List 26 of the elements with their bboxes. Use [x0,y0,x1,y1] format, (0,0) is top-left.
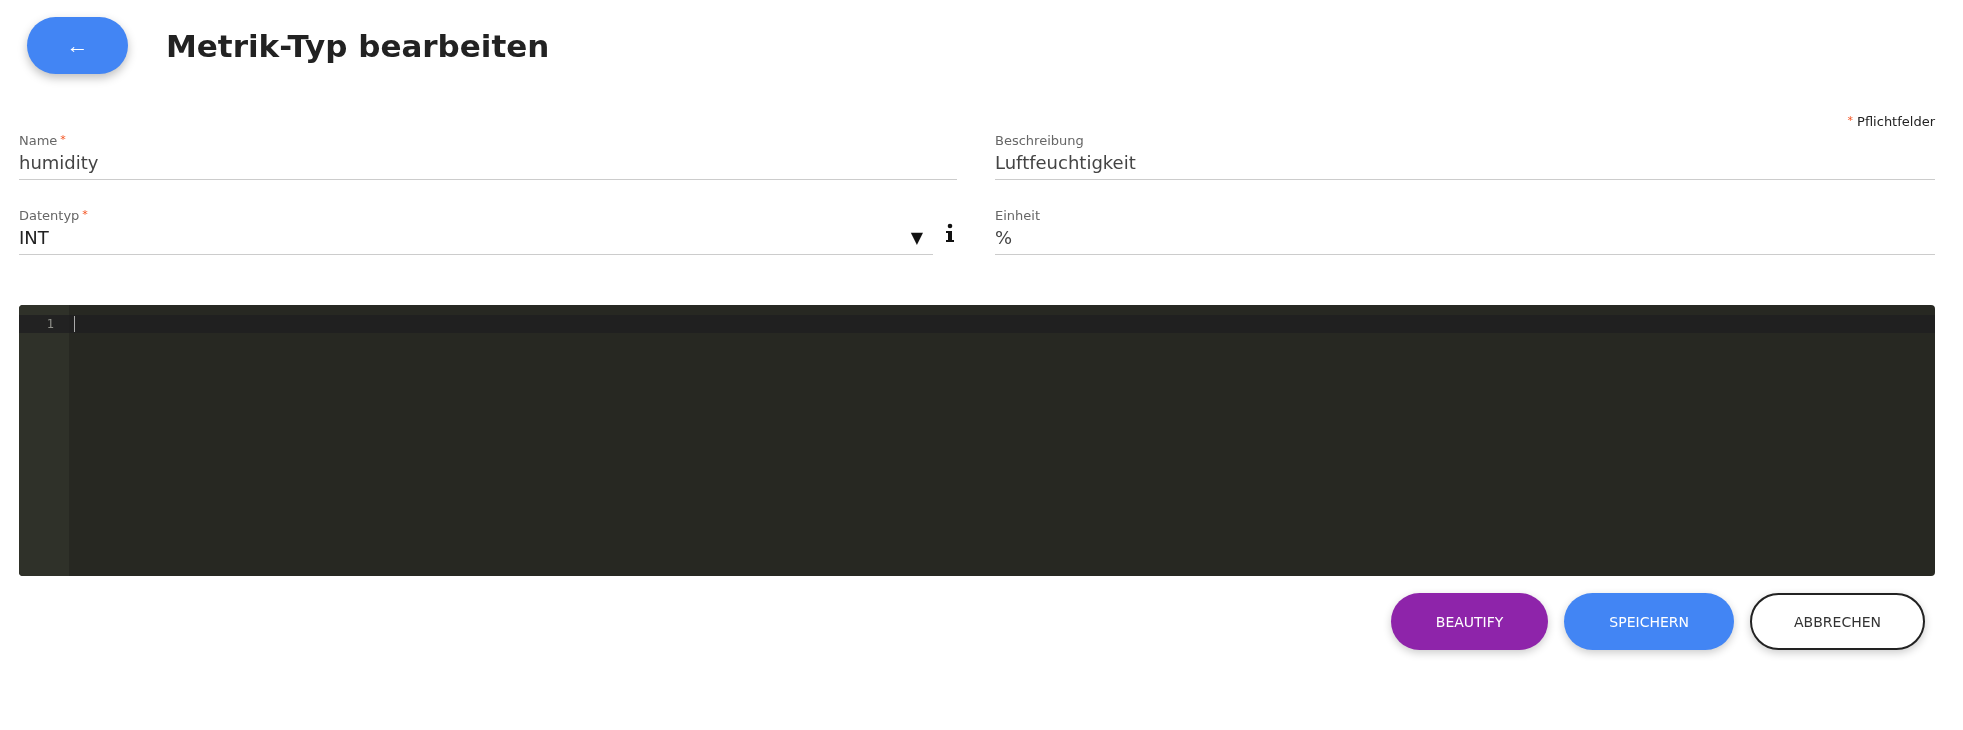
input-field[interactable]: Einheit % [995,208,1935,255]
field-value: Luftfeuchtigkeit [995,152,1136,173]
select-field[interactable]: Datentyp * INT ▼ [19,208,933,255]
text-cursor [74,316,75,332]
required-mark: * [60,133,66,146]
back-button[interactable]: ← [27,17,128,74]
field-value: % [995,227,1013,248]
input-field[interactable]: Beschreibung Luftfeuchtigkeit [995,133,1935,180]
field-value: humidity [19,152,99,173]
beautify-button[interactable]: BEAUTIFY [1390,593,1549,650]
field-label: Name [19,133,58,148]
dropdown-caret[interactable]: ▼ [910,228,923,247]
line-number: 1 [19,315,69,333]
info-icon[interactable] [945,223,955,243]
primary-button[interactable]: SPEICHERN [1564,593,1734,650]
input-field[interactable]: Name * humidity [19,133,957,180]
field-label: Beschreibung [995,133,1084,148]
outline-button[interactable]: ABBRECHEN [1750,593,1925,650]
field-value: INT [19,227,49,248]
field-label: Einheit [995,208,1040,223]
required-note: Pflichtfelder [1857,114,1935,129]
field-label: Datentyp [19,208,80,223]
page-title: Metrik-Typ bearbeiten [166,27,550,64]
code-editor[interactable]: 1 [19,305,1935,576]
required-mark: * [82,208,88,221]
required-mark: * [1847,114,1854,127]
